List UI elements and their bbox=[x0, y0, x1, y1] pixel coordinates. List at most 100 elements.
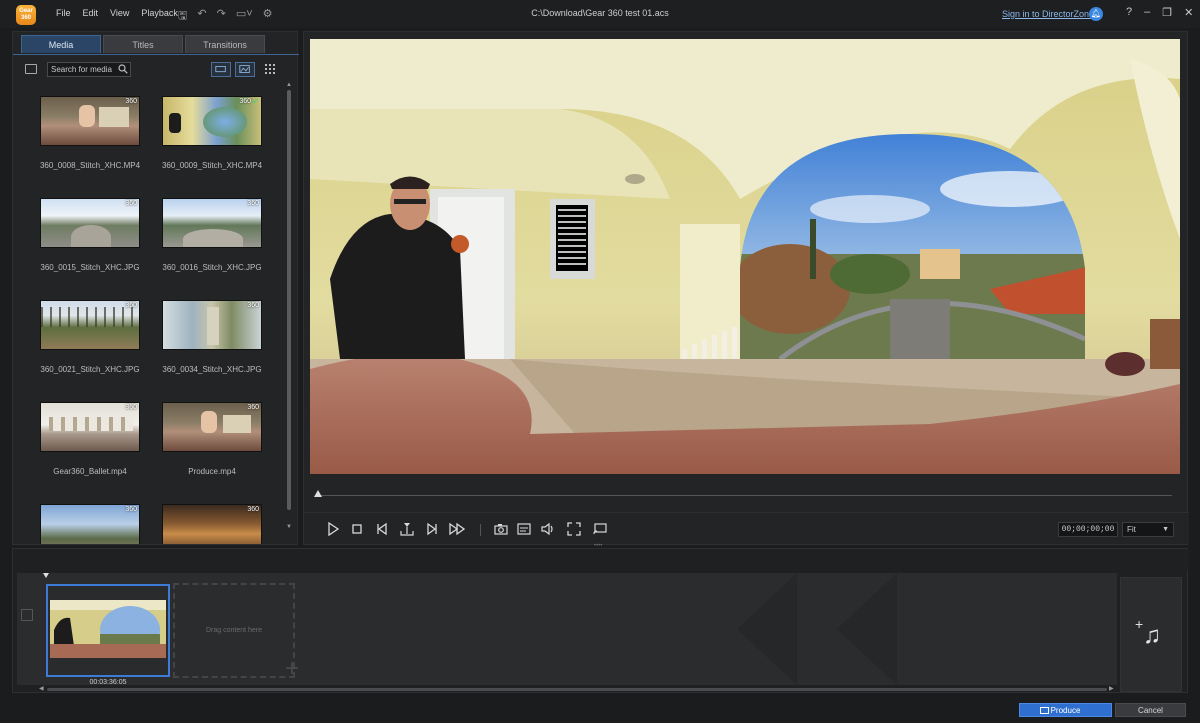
menu-view[interactable]: View bbox=[110, 8, 129, 18]
media-name: 360_0034_Stitch_XHC.JPG bbox=[162, 365, 262, 374]
play-button[interactable] bbox=[325, 521, 341, 537]
preview-frame-image bbox=[310, 39, 1180, 474]
360-badge: 360 bbox=[125, 302, 137, 309]
track-settings-icon[interactable] bbox=[21, 609, 33, 621]
media-name: 360_0009_Stitch_XHC.MP4 bbox=[161, 161, 263, 170]
restore-button[interactable]: ❐ bbox=[1162, 6, 1172, 19]
media-thumbnail[interactable]: 360 bbox=[40, 198, 140, 248]
camera-icon bbox=[494, 524, 508, 535]
chevron-down-icon: ▼ bbox=[1162, 526, 1169, 533]
media-thumbnail[interactable]: 360 ✔ bbox=[162, 96, 262, 146]
grid-view-icon[interactable] bbox=[265, 64, 275, 74]
title-bar: Gear 360 File Edit View Playback 🖫 ↶ ↷ ▭… bbox=[0, 0, 1200, 28]
media-thumbnail[interactable]: 360 bbox=[40, 300, 140, 350]
tab-media[interactable]: Media bbox=[21, 35, 101, 53]
timeline-playhead[interactable] bbox=[43, 573, 49, 578]
save-icon[interactable]: 🖫 bbox=[178, 7, 187, 26]
library-tabs: Media Titles Transitions bbox=[21, 35, 265, 53]
playback-controls: 00;00;00;00 Fit ▼ bbox=[304, 512, 1189, 544]
drop-zone-hint: Drag content here bbox=[205, 627, 263, 634]
media-name: Produce.mp4 bbox=[188, 467, 236, 476]
app-window: Gear 360 File Edit View Playback 🖫 ↶ ↷ ▭… bbox=[0, 0, 1200, 723]
subtitle-icon bbox=[517, 523, 531, 535]
notification-bell-icon[interactable]: 🔔︎ bbox=[1089, 7, 1103, 21]
media-thumbnail[interactable]: 360 bbox=[40, 504, 140, 544]
360-badge: 360 bbox=[125, 404, 137, 411]
volume-button[interactable] bbox=[540, 521, 556, 537]
subtitle-button[interactable] bbox=[516, 521, 532, 537]
tab-underline bbox=[13, 54, 299, 55]
360-badge: 360 bbox=[247, 404, 259, 411]
media-name: 360_0016_Stitch_XHC.JPG bbox=[162, 263, 262, 272]
menu-playback[interactable]: Playback bbox=[141, 8, 178, 18]
add-music-button[interactable]: + ♫ bbox=[1120, 577, 1182, 692]
menu-edit[interactable]: Edit bbox=[83, 8, 99, 18]
zoom-select[interactable]: Fit ▼ bbox=[1122, 522, 1174, 537]
view-image-button[interactable] bbox=[235, 62, 255, 77]
media-grid: 360 360_0008_Stitch_XHC.MP4 360 ✔ 360_00… bbox=[38, 94, 278, 544]
fullscreen-button[interactable] bbox=[566, 521, 582, 537]
produce-button[interactable]: Produce bbox=[1019, 703, 1112, 717]
preview-scrub-track[interactable] bbox=[318, 495, 1172, 496]
library-toolbar bbox=[13, 62, 299, 82]
tab-titles[interactable]: Titles bbox=[103, 35, 183, 53]
media-thumbnail[interactable]: 360 bbox=[162, 198, 262, 248]
split-button[interactable] bbox=[399, 521, 415, 537]
play-icon bbox=[328, 521, 340, 537]
hscroll-thumb[interactable] bbox=[47, 688, 1107, 691]
stop-button[interactable] bbox=[349, 521, 365, 537]
360-badge: 360 bbox=[125, 506, 137, 513]
video-filter-icon bbox=[215, 66, 226, 73]
cancel-button[interactable]: Cancel bbox=[1115, 703, 1186, 717]
360-badge: 360 bbox=[239, 98, 251, 105]
settings-gear-icon[interactable]: ⚙ bbox=[263, 7, 273, 26]
scroll-down-icon[interactable]: ▼ bbox=[286, 524, 292, 530]
music-note-icon: ♫ bbox=[1143, 622, 1161, 649]
close-button[interactable]: ✕ bbox=[1184, 6, 1193, 19]
search-icon[interactable] bbox=[118, 64, 128, 74]
next-frame-icon bbox=[427, 522, 437, 536]
scroll-up-icon[interactable]: ▲ bbox=[286, 82, 292, 88]
360-badge: 360 bbox=[247, 302, 259, 309]
view-video-button[interactable] bbox=[211, 62, 231, 77]
minimize-button[interactable]: – bbox=[1144, 6, 1150, 19]
media-thumbnail[interactable]: 360 bbox=[40, 402, 140, 452]
signin-link[interactable]: Sign in to DirectorZone bbox=[1002, 9, 1094, 19]
media-thumbnail[interactable]: 360 bbox=[162, 300, 262, 350]
scroll-left-icon[interactable]: ◀ bbox=[39, 685, 44, 692]
produce-label: Produce bbox=[1050, 706, 1081, 715]
menu-bar: File Edit View Playback bbox=[56, 8, 178, 18]
tab-transitions[interactable]: Transitions bbox=[185, 35, 265, 53]
clip-duration: 00:03:36:05 bbox=[89, 679, 127, 686]
media-thumbnail[interactable]: 360 bbox=[40, 96, 140, 146]
media-name: 360_0015_Stitch_XHC.JPG bbox=[40, 263, 140, 272]
timeline-hscrollbar[interactable]: ◀ ▶ bbox=[39, 685, 1119, 692]
redo-icon[interactable]: ↷ bbox=[217, 7, 226, 26]
next-frame-button[interactable] bbox=[424, 521, 440, 537]
scrub-handle[interactable] bbox=[314, 490, 322, 497]
scroll-right-icon[interactable]: ▶ bbox=[1109, 685, 1114, 692]
fast-forward-button[interactable] bbox=[449, 521, 466, 537]
media-thumbnail[interactable]: 360 bbox=[162, 402, 262, 452]
background-chevron bbox=[737, 573, 797, 685]
360-badge: 360 bbox=[247, 200, 259, 207]
library-scrollbar[interactable]: ▲ ▼ bbox=[286, 82, 292, 532]
scroll-thumb[interactable] bbox=[287, 90, 291, 510]
external-display-button[interactable] bbox=[592, 521, 608, 537]
media-library-panel: Media Titles Transitions Search for medi… bbox=[12, 31, 299, 545]
import-media-icon[interactable] bbox=[25, 64, 37, 74]
menu-file[interactable]: File bbox=[56, 8, 71, 18]
snapshot-button[interactable] bbox=[493, 521, 509, 537]
external-display-icon bbox=[593, 523, 607, 535]
help-button[interactable]: ? bbox=[1126, 6, 1132, 19]
media-thumbnail[interactable]: 360 bbox=[162, 504, 262, 544]
video-preview[interactable] bbox=[310, 39, 1180, 474]
aspect-ratio-icon[interactable]: ▭˅ bbox=[236, 7, 253, 26]
image-filter-icon bbox=[239, 65, 250, 73]
clip-thumbnail bbox=[50, 600, 166, 658]
produce-icon bbox=[1040, 707, 1049, 714]
previous-frame-button[interactable] bbox=[374, 521, 390, 537]
undo-icon[interactable]: ↶ bbox=[197, 7, 206, 26]
timeline-clip[interactable] bbox=[46, 584, 170, 677]
timecode-display[interactable]: 00;00;00;00 bbox=[1058, 522, 1118, 537]
